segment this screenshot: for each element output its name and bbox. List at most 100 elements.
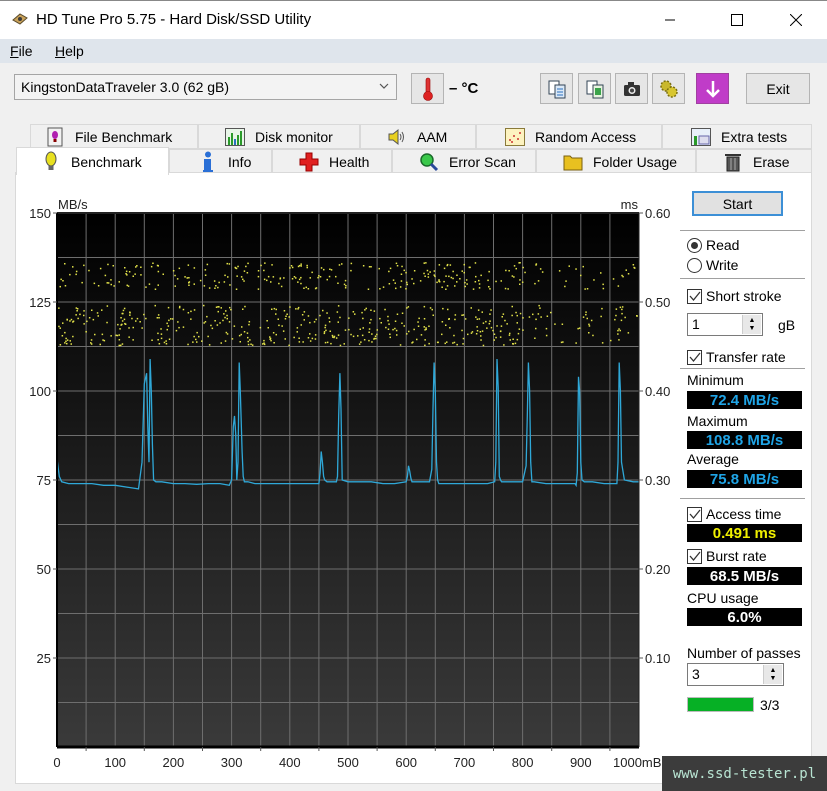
- access-time-point: [129, 312, 131, 314]
- burst-rate-checkbox[interactable]: Burst rate: [687, 548, 767, 564]
- access-time-point: [120, 324, 122, 326]
- write-radio[interactable]: Write: [687, 257, 738, 273]
- arrow-down-icon[interactable]: ▼: [749, 325, 756, 333]
- access-time-point: [496, 325, 498, 327]
- access-time-point: [332, 336, 334, 338]
- tab-benchmark[interactable]: Benchmark: [16, 147, 169, 175]
- access-time-point: [350, 333, 352, 336]
- access-time-point: [136, 317, 139, 320]
- access-time-point: [462, 343, 464, 345]
- checkbox[interactable]: [687, 349, 702, 365]
- access-time-point: [627, 332, 630, 334]
- access-time-point: [485, 320, 487, 323]
- access-time-point: [172, 270, 175, 272]
- access-time-point: [76, 308, 79, 310]
- access-time-point: [425, 327, 427, 329]
- access-time-point: [537, 280, 540, 282]
- access-time-point: [500, 280, 502, 282]
- spin-arrows[interactable]: ▲ ▼: [742, 315, 761, 334]
- access-time-point: [170, 318, 172, 320]
- access-time-point: [168, 319, 170, 322]
- checkbox[interactable]: [687, 548, 702, 564]
- access-time-point: [545, 334, 548, 337]
- access-time-point: [101, 333, 104, 336]
- arrow-down-icon[interactable]: ▼: [770, 675, 777, 683]
- access-time-point: [489, 313, 491, 315]
- access-time-point: [167, 325, 170, 327]
- access-time-point: [382, 286, 385, 288]
- progress-fill: [688, 698, 753, 711]
- y-tick-label-left: 150: [29, 206, 51, 221]
- access-time-point: [488, 286, 490, 288]
- access-time-point: [69, 320, 71, 322]
- access-time-point: [97, 315, 99, 317]
- arrow-up-icon[interactable]: ▲: [770, 667, 777, 675]
- access-time-point: [306, 264, 308, 267]
- short-stroke-checkbox[interactable]: Short stroke: [687, 288, 781, 304]
- access-time-point: [577, 327, 579, 330]
- read-radio-control[interactable]: [687, 237, 702, 253]
- access-time-point: [482, 344, 485, 347]
- access-time-point: [203, 304, 205, 307]
- access-time-point: [535, 318, 537, 321]
- start-button[interactable]: Start: [692, 191, 783, 216]
- access-time-point: [315, 318, 317, 321]
- access-time-point: [394, 282, 396, 284]
- passes-input[interactable]: 3 ▲ ▼: [687, 663, 784, 686]
- access-time-point: [375, 337, 377, 340]
- access-time-point: [271, 308, 273, 310]
- access-time-point: [118, 339, 121, 341]
- short-stroke-size-input[interactable]: 1 ▲ ▼: [687, 313, 763, 336]
- access-time-point: [337, 334, 340, 336]
- access-time-point: [534, 337, 536, 339]
- access-time-point: [224, 316, 226, 319]
- access-time-point: [337, 305, 340, 307]
- access-time-point: [266, 279, 268, 282]
- access-time-checkbox[interactable]: Access time: [687, 506, 781, 522]
- access-time-point: [69, 273, 71, 276]
- access-time-point: [615, 314, 617, 317]
- access-time-point: [590, 319, 593, 322]
- checkmark-icon: [689, 291, 701, 302]
- access-time-point: [610, 339, 612, 342]
- access-time-point: [429, 307, 432, 309]
- access-time-point: [240, 333, 242, 336]
- access-time-point: [475, 316, 477, 318]
- checkbox[interactable]: [687, 506, 702, 522]
- access-time-point: [417, 321, 419, 323]
- access-time-point: [115, 334, 117, 337]
- access-time-point: [506, 323, 508, 325]
- access-time-point: [575, 342, 577, 344]
- access-time-point: [480, 339, 482, 341]
- access-time-point: [300, 263, 302, 265]
- arrow-up-icon[interactable]: ▲: [749, 317, 756, 325]
- access-time-point: [156, 264, 159, 267]
- access-time-point: [512, 338, 514, 340]
- checkbox[interactable]: [687, 288, 702, 304]
- access-time-point: [441, 321, 444, 323]
- access-time-point: [446, 285, 449, 287]
- access-time-point: [86, 320, 88, 323]
- transfer-rate-checkbox[interactable]: Transfer rate: [687, 349, 786, 365]
- short-stroke-size-value: 1: [692, 316, 700, 332]
- access-time-point: [248, 321, 251, 323]
- spin-arrows[interactable]: ▲ ▼: [763, 665, 782, 684]
- access-time-point: [313, 321, 316, 323]
- access-time-point: [519, 262, 521, 264]
- access-time-point: [335, 275, 337, 278]
- access-time-point: [585, 313, 587, 316]
- access-time-point: [550, 311, 552, 314]
- minimum-value: 72.4 MB/s: [687, 391, 802, 409]
- access-time-point: [176, 278, 179, 280]
- write-radio-control[interactable]: [687, 257, 702, 273]
- access-time-point: [452, 270, 454, 273]
- access-time-point: [85, 331, 87, 333]
- access-time-point: [490, 326, 493, 329]
- access-time-point: [128, 336, 130, 338]
- access-time-point: [284, 318, 287, 320]
- access-time-point: [343, 343, 345, 345]
- cpu-usage-value: 6.0%: [687, 608, 802, 626]
- access-time-point: [77, 317, 79, 320]
- read-radio[interactable]: Read: [687, 237, 739, 253]
- access-time-point: [97, 285, 100, 287]
